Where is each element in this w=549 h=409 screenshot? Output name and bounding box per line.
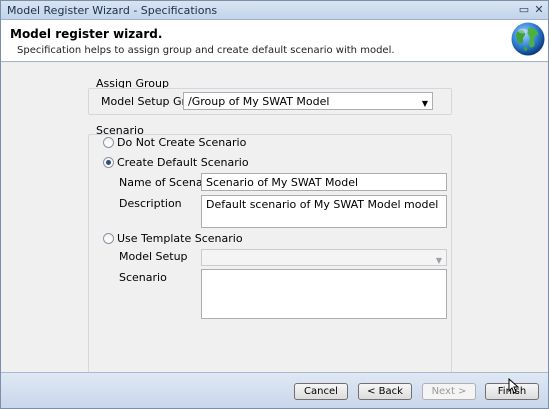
next-button[interactable]: Next >: [422, 383, 476, 400]
scenario-name-value: Scenario of My SWAT Model: [206, 176, 359, 189]
assign-group-box: Model Setup Group /Group of My SWAT Mode…: [88, 88, 452, 115]
mouse-cursor-icon: [508, 378, 520, 394]
model-setup-label: Model Setup: [119, 250, 188, 263]
scenario-list[interactable]: [201, 269, 447, 319]
header-title: Model register wizard.: [10, 27, 163, 41]
globe-icon: [511, 22, 545, 56]
radio-create-default[interactable]: [103, 157, 114, 168]
chevron-down-icon[interactable]: ▼: [422, 97, 428, 109]
radio-use-template[interactable]: [103, 233, 114, 244]
restore-button[interactable]: ▭: [517, 3, 531, 17]
title-bar[interactable]: Model Register Wizard - Specifications ▭…: [1, 1, 548, 20]
scenario-label: Scenario: [119, 271, 167, 284]
scenario-box: Do Not Create Scenario Create Default Sc…: [88, 134, 452, 390]
create-default-label[interactable]: Create Default Scenario: [117, 156, 249, 169]
description-value: Default scenario of My SWAT Model model: [206, 198, 439, 211]
scenario-name-input[interactable]: Scenario of My SWAT Model: [201, 173, 447, 191]
wizard-footer: Cancel < Back Next > Finish: [1, 372, 548, 408]
description-label: Description: [119, 197, 182, 210]
radio-do-not-create[interactable]: [103, 137, 114, 148]
cancel-button[interactable]: Cancel: [294, 383, 348, 400]
model-setup-select[interactable]: ▼: [201, 249, 447, 266]
close-button[interactable]: ✕: [532, 3, 546, 17]
back-button[interactable]: < Back: [358, 383, 412, 400]
radio-selected-dot: [106, 160, 111, 165]
model-setup-group-select[interactable]: /Group of My SWAT Model ▼: [183, 92, 433, 110]
wizard-content: Assign Group Model Setup Group /Group of…: [1, 63, 548, 390]
window-title: Model Register Wizard - Specifications: [7, 4, 218, 17]
model-setup-group-value: /Group of My SWAT Model: [188, 95, 330, 108]
do-not-create-label[interactable]: Do Not Create Scenario: [117, 136, 246, 149]
use-template-label[interactable]: Use Template Scenario: [117, 232, 243, 245]
chevron-down-icon[interactable]: ▼: [436, 254, 442, 265]
description-textarea[interactable]: Default scenario of My SWAT Model model: [201, 195, 447, 228]
wizard-window: Model Register Wizard - Specifications ▭…: [0, 0, 549, 409]
header-subtitle: Specification helps to assign group and …: [17, 45, 395, 56]
wizard-header: Model register wizard. Specification hel…: [1, 20, 548, 62]
